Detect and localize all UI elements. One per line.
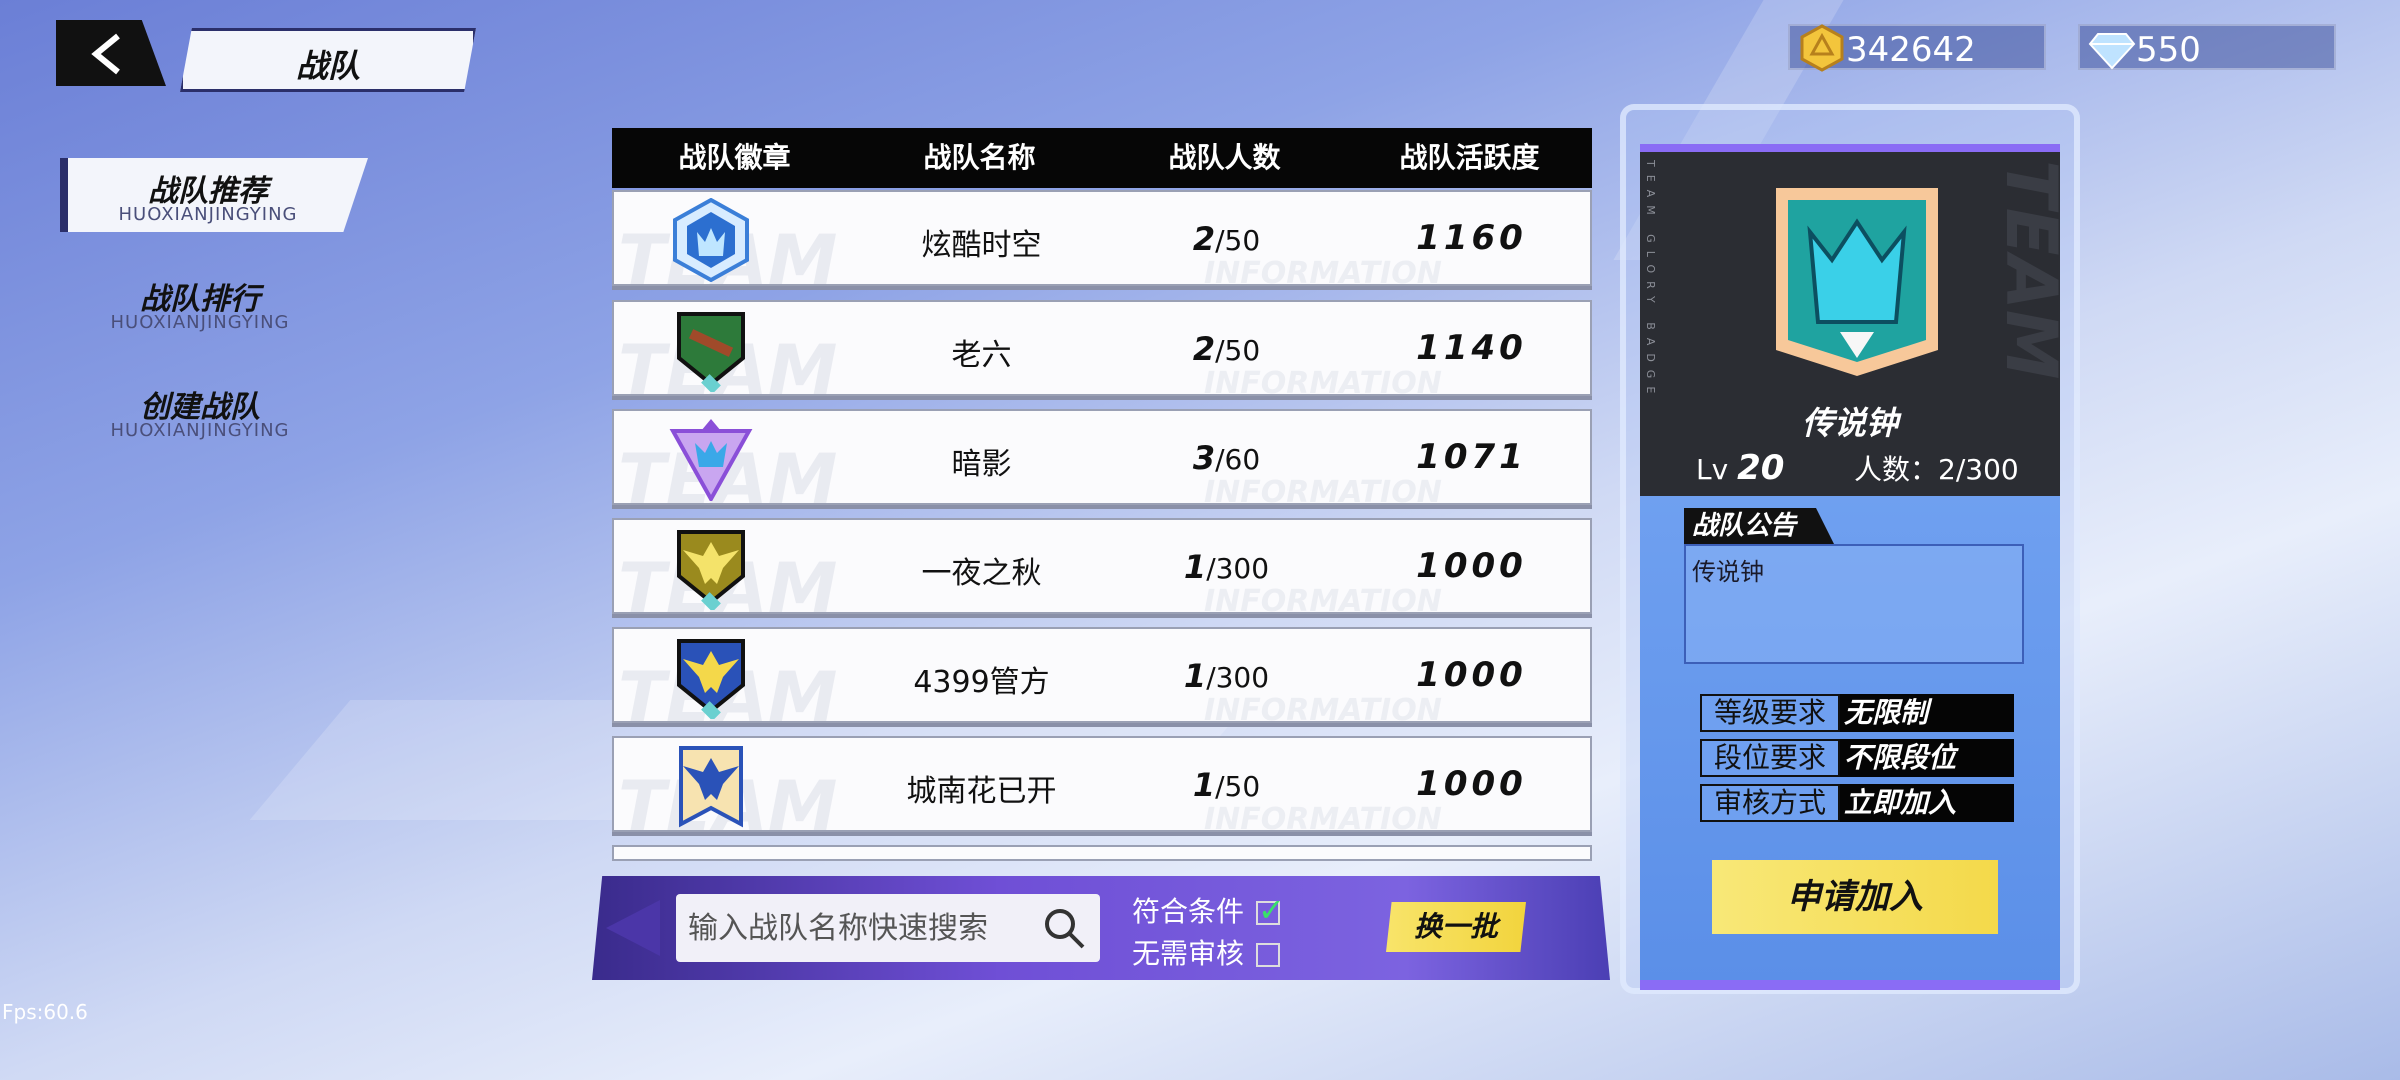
- filter-qualified-checkbox[interactable]: [1256, 891, 1285, 929]
- refresh-batch-button[interactable]: 换一批: [1386, 902, 1526, 952]
- arrow-left-decor-icon: [606, 900, 660, 956]
- notice-label: 战队公告: [1684, 508, 1834, 544]
- team-members: 1/50: [1192, 766, 1261, 804]
- search-icon[interactable]: [1042, 906, 1086, 950]
- requirement-rank: 段位要求 不限段位: [1700, 739, 2014, 777]
- chevron-left-icon: [91, 33, 120, 75]
- blue-crown-badge-icon: [673, 198, 749, 282]
- requirement-review: 审核方式 立即加入: [1700, 784, 2014, 822]
- requirement-level: 等级要求 无限制: [1700, 694, 2014, 732]
- apply-join-button[interactable]: 申请加入: [1712, 860, 1998, 934]
- team-name: 老六: [951, 338, 1012, 373]
- row-watermark: INFORMATION: [1204, 584, 1442, 614]
- team-name: 炫酷时空: [921, 228, 1042, 263]
- menu-item-sub: HUOXIANJINGYING: [110, 420, 290, 441]
- table-row[interactable]: TEAM INFORMATION 暗影 3/60 1071: [612, 409, 1592, 505]
- filter-no-review[interactable]: 无需审核: [1132, 932, 1281, 972]
- table-row[interactable]: TEAM INFORMATION 城南花已开 1/50 1000: [612, 736, 1592, 832]
- filter-qualified[interactable]: 符合条件: [1132, 890, 1285, 930]
- card-side-text: TEAM GLORY BADGE: [1644, 160, 1657, 402]
- requirement-key: 审核方式: [1700, 784, 1840, 822]
- back-button[interactable]: [56, 20, 166, 86]
- requirement-key: 等级要求: [1700, 694, 1840, 732]
- team-members: 1/300: [1183, 657, 1270, 695]
- team-name: 暗影: [951, 447, 1012, 482]
- team-name: 一夜之秋: [921, 556, 1042, 591]
- team-members: 3/60: [1192, 439, 1261, 477]
- requirement-key: 段位要求: [1700, 739, 1840, 777]
- row-watermark: INFORMATION: [1204, 693, 1442, 723]
- gold-eagle-badge-icon: [677, 530, 745, 610]
- row-watermark: INFORMATION: [1204, 256, 1442, 286]
- requirement-value: 不限段位: [1840, 739, 2014, 777]
- purple-triangle-badge-icon: [669, 419, 753, 501]
- team-name-title: 传说钟: [1801, 404, 1898, 442]
- team-activity: 1071: [1416, 437, 1527, 477]
- table-row-partial: [612, 845, 1592, 861]
- diamond-counter: 550: [2078, 24, 2336, 70]
- gold-eagle-banner-badge-icon: [679, 746, 743, 828]
- team-activity: 1140: [1416, 328, 1527, 368]
- team-member-count: 人数：2/300: [1854, 453, 2019, 486]
- row-watermark: INFORMATION: [1204, 366, 1442, 396]
- notice-text: 传说钟: [1692, 558, 1764, 586]
- team-name: 城南花已开: [906, 774, 1057, 809]
- coin-icon: [1800, 24, 1844, 72]
- green-gun-badge-icon: [677, 312, 745, 392]
- menu-item-sub: HUOXIANJINGYING: [110, 312, 290, 333]
- team-members: 2/50: [1192, 220, 1261, 258]
- coin-amount: 342642: [1846, 30, 1976, 70]
- diamond-amount: 550: [2136, 30, 2201, 70]
- filter-qualified-label: 符合条件: [1132, 895, 1245, 928]
- team-members: 1/300: [1183, 548, 1270, 586]
- column-header-members: 战队人数: [1168, 141, 1281, 174]
- team-activity: 1000: [1416, 764, 1527, 804]
- table-row[interactable]: TEAM INFORMATION 一夜之秋 1/300 1000: [612, 518, 1592, 614]
- table-row[interactable]: TEAM INFORMATION 4399管方 1/300 1000: [612, 627, 1592, 723]
- table-row[interactable]: TEAM INFORMATION 炫酷时空 2/50 1160: [612, 190, 1592, 286]
- page-title-plate: 战队: [180, 28, 476, 92]
- diamond-icon: [2088, 33, 2136, 70]
- team-name: 4399管方: [913, 665, 1050, 700]
- menu-item-recommend[interactable]: 战队推荐 HUOXIANJINGYING: [60, 158, 368, 232]
- search-input[interactable]: [686, 902, 1030, 954]
- row-watermark: INFORMATION: [1204, 802, 1442, 832]
- column-header-activity: 战队活跃度: [1399, 141, 1540, 174]
- team-activity: 1000: [1416, 655, 1527, 695]
- team-level: Lv 20: [1696, 448, 1785, 488]
- team-table-header: 战队徽章 战队名称 战队人数 战队活跃度: [612, 128, 1592, 188]
- notice-box: 传说钟: [1684, 544, 2024, 664]
- filter-no-review-checkbox[interactable]: [1256, 943, 1281, 967]
- filter-no-review-label: 无需审核: [1132, 937, 1245, 970]
- menu-item-ranking[interactable]: 战队排行 HUOXIANJINGYING: [60, 266, 360, 340]
- table-row[interactable]: TEAM INFORMATION 老六 2/50 1140: [612, 300, 1592, 396]
- team-activity: 1160: [1416, 218, 1527, 258]
- page-title: 战队: [295, 47, 360, 85]
- fps-counter: Fps:60.6: [2, 1000, 88, 1024]
- coin-counter: 342642: [1788, 24, 2046, 72]
- requirement-value: 无限制: [1840, 694, 2014, 732]
- team-badge-icon: [1776, 188, 1938, 376]
- menu-item-sub: HUOXIANJINGYING: [118, 204, 298, 225]
- requirement-value: 立即加入: [1840, 784, 2014, 822]
- team-members: 2/50: [1192, 330, 1261, 368]
- search-field[interactable]: [676, 894, 1100, 962]
- card-watermark: TEAM: [1990, 160, 2072, 380]
- column-header-name: 战队名称: [923, 141, 1036, 174]
- blue-eagle-badge-icon: [677, 639, 745, 719]
- menu-item-create[interactable]: 创建战队 HUOXIANJINGYING: [60, 374, 360, 448]
- row-watermark: INFORMATION: [1204, 475, 1442, 505]
- team-activity: 1000: [1416, 546, 1527, 586]
- column-header-badge: 战队徽章: [678, 141, 791, 174]
